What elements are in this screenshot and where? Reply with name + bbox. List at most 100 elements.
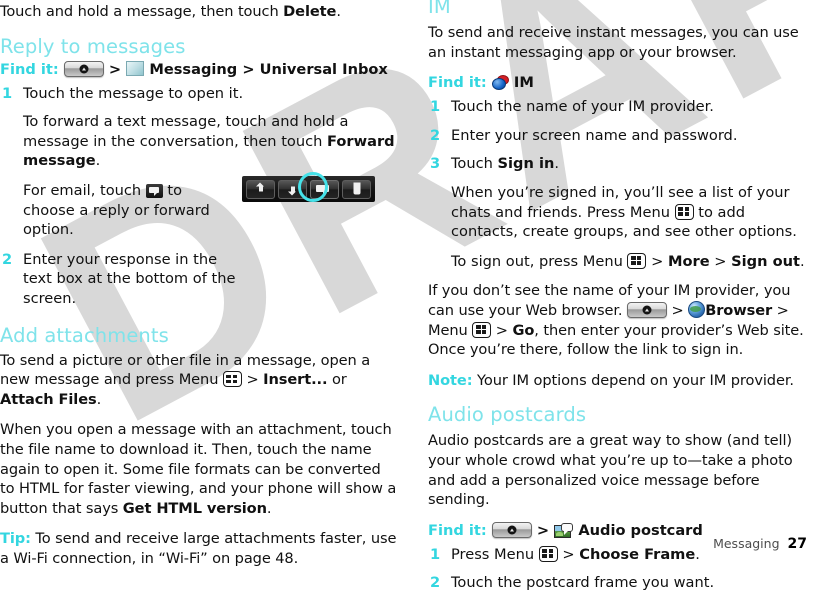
step-number: 2 [2,250,13,268]
menu-key-icon [627,252,647,269]
intro-paragraph: Touch and hold a message, then touch Del… [0,2,398,22]
substep-mid: > [646,252,668,270]
step-number: 1 [430,98,441,116]
im-bubbles-icon [491,75,509,91]
para-bold-insert: Insert... [263,371,328,389]
substep-mid-2: > [709,252,732,270]
step-text: Touch Sign in. [451,154,810,174]
home-key-icon [626,301,667,318]
step-item: 1 Touch the message to open it. [0,84,398,104]
para-bold-attach-files: Attach Files [0,390,97,408]
step-number: 1 [2,84,13,102]
findit-app: IM [513,74,534,92]
substep-pre: To sign out, press Menu [451,252,628,270]
home-key-icon [63,60,104,77]
substep-post: . [799,252,805,270]
im-browser-paragraph: If you don’t see the name of your IM pro… [428,281,810,359]
findit-im: Find it: IM [428,73,810,93]
para-mid-2: or [327,371,347,389]
step-mid: > [557,545,580,563]
reply-bubble-icon [145,183,163,198]
substep-pre: For email, touch [23,181,146,199]
audio-paragraph-1: Audio postcards are a great way to show … [428,432,793,509]
step-text: Enter your screen name and password. [451,126,738,144]
para-bold-go: Go [512,321,535,339]
page-footer: Messaging 27 [713,536,807,552]
para-mid: > [241,371,264,389]
step-item: 2 Enter your response in the text box at… [0,250,245,309]
findit-separator-2: > [242,60,255,78]
step-bold-choose-frame: Choose Frame [579,545,696,563]
findit-separator: > [536,521,550,539]
globe-icon [688,300,706,318]
heading-reply-to-messages: Reply to messages [0,34,186,58]
step-item: 2 Touch the postcard frame you want. [428,573,810,593]
step-number: 1 [430,545,441,563]
attachments-tip: Tip: To send and receive large attachmen… [0,529,398,568]
intro-bold: Delete [283,3,337,20]
step-item: 3 Touch Sign in. [428,154,810,174]
menu-key-icon [472,321,492,338]
findit-label: Find it: [428,521,487,539]
im-note: Note: Your IM options depend on your IM … [428,371,810,391]
tip-label: Tip: [0,530,31,548]
substep-signed-in: When you’re signed in, you’ll see a list… [428,183,810,242]
step-number: 3 [430,155,441,173]
heading-add-attachments: Add attachments [0,323,169,347]
substep-bold-more: More [667,252,710,270]
step-number: 2 [430,126,441,144]
heading-im: IM [428,0,451,18]
intro-pre: Touch and hold a message, then touch [0,3,284,20]
findit-app: Audio postcard [578,521,703,539]
trash-icon [353,182,360,195]
step-bold-sign-in: Sign in [497,155,555,173]
step-number: 2 [430,574,441,592]
findit-label: Find it: [428,74,487,92]
para-sep-1: > [666,301,689,319]
step-item: 2 Enter your screen name and password. [428,126,810,146]
para-bold-browser: Browser [705,301,773,319]
note-text: Your IM options depend on your IM provid… [472,371,794,389]
step-text: Touch the message to open it. [23,84,244,102]
para-post: . [96,390,102,408]
arrow-down-icon [288,186,296,196]
note-label: Note: [428,371,473,389]
im-paragraph-1: To send and receive instant messages, yo… [428,24,799,61]
para-bold-get-html: Get HTML version [122,499,267,517]
footer-section-label: Messaging [713,536,780,551]
footer-page-number: 27 [787,536,807,552]
step-pre: Press Menu [451,545,539,563]
postcard-icon [554,522,574,538]
step-text: Touch the name of your IM provider. [451,98,714,116]
previous-message-button[interactable] [246,179,275,199]
step-pre: Touch [451,155,498,173]
substep-forward: To forward a text message, touch and hol… [0,112,398,171]
substep-text: To sign out, press Menu > More > Sign ou… [451,252,810,272]
step-text: Touch the postcard frame you want. [451,574,715,592]
intro-post: . [336,3,341,20]
menu-key-icon [222,371,242,388]
substep-sign-out: To sign out, press Menu > More > Sign ou… [428,252,810,272]
para-sep-3: > [491,321,513,339]
findit-label: Find it: [0,60,59,78]
reply-button-highlight-ring [298,172,328,202]
step-post: . [554,155,559,173]
envelope-icon [126,60,145,76]
step-item: 1 Touch the name of your IM provider. [428,97,810,117]
attachments-paragraph-1: To send a picture or other file in a mes… [0,351,398,410]
arrow-up-icon [256,182,264,192]
substep-bold-sign-out: Sign out [731,252,800,270]
findit-separator: > [108,60,122,78]
substep-text: For email, touch to choose a reply or fo… [23,181,238,240]
menu-key-icon [538,545,558,562]
right-column: IM To send and receive instant messages,… [428,0,810,602]
step-text: Enter your response in the text box at t… [23,250,236,307]
delete-button[interactable] [342,179,371,199]
substep-text: To forward a text message, touch and hol… [23,112,398,171]
findit-reply: Find it: > Messaging > Universal Inbox [0,60,398,80]
substep-pre: To forward a text message, touch and hol… [23,113,349,150]
menu-key-icon [674,203,694,220]
home-key-icon [491,521,532,538]
step-post: . [695,545,700,563]
substep-email-reply: For email, touch to choose a reply or fo… [0,181,238,240]
